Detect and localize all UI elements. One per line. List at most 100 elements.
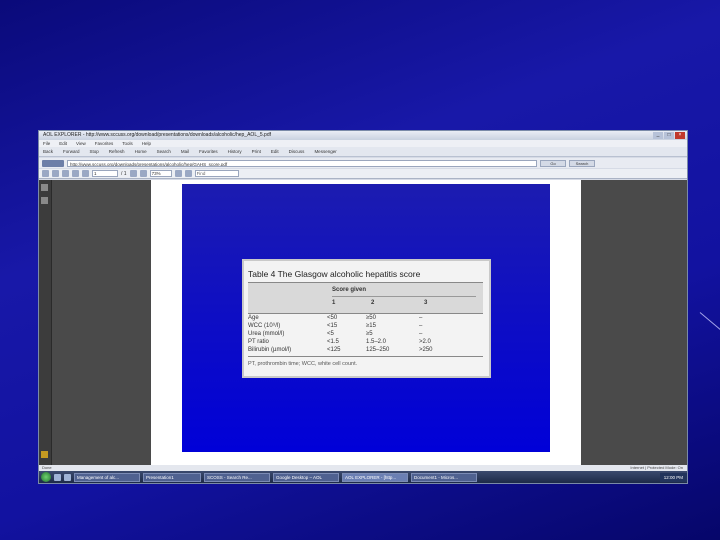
page-total: / 1 [121, 170, 127, 177]
column-header-1: 1 [332, 300, 336, 306]
row-label: WCC (10⁹/l) [248, 323, 281, 329]
quicklaunch-desktop-icon[interactable] [64, 473, 71, 481]
toolbar-refresh[interactable]: Refresh [109, 147, 125, 156]
maximize-button[interactable]: □ [664, 132, 674, 139]
menu-view[interactable]: View [76, 140, 86, 147]
taskbar-item[interactable]: Google Desktop – AOL [273, 472, 339, 482]
menu-bar: File Edit View Favorites Tools Help [39, 140, 687, 147]
pdf-page: Table 4 The Glasgow alcoholic hepatitis … [151, 180, 581, 465]
cell-score-3: – [419, 331, 423, 337]
search-button[interactable]: Search [569, 159, 595, 167]
attachments-icon[interactable] [41, 197, 48, 204]
minimize-button[interactable]: _ [653, 132, 663, 139]
back-button[interactable] [42, 159, 64, 167]
row-label: PT ratio [248, 339, 269, 345]
start-button[interactable] [41, 472, 51, 482]
table-title: Table 4 The Glasgow alcoholic hepatitis … [248, 269, 421, 279]
header-divider [332, 296, 476, 297]
toolbar-back[interactable]: Back [43, 147, 53, 156]
row-label: Bilirubin (µmol/l) [248, 347, 292, 353]
table-row: Urea (mmol/l) <5 ≥5 – [248, 330, 483, 338]
slide-image: Table 4 The Glasgow alcoholic hepatitis … [182, 184, 550, 452]
cell-score-3: >2.0 [419, 339, 431, 345]
zoom-select[interactable]: 73% [149, 170, 172, 177]
taskbar: Management of alc... Presentation1 SCOSS… [39, 471, 687, 483]
taskbar-item[interactable]: SCOSS - Search Re... [204, 472, 270, 482]
row-label: Age [248, 315, 259, 321]
cell-score-3: – [419, 315, 423, 321]
prev-page-icon[interactable] [72, 170, 79, 177]
address-input[interactable]: http://www.sccuss.org/downloads/presenta… [67, 159, 537, 167]
cell-score-3: – [419, 323, 423, 329]
menu-edit[interactable]: Edit [59, 140, 67, 147]
quicklaunch-browser-icon[interactable] [54, 473, 61, 481]
fit-width-icon[interactable] [184, 170, 192, 177]
toolbar-home[interactable]: Home [135, 147, 147, 156]
toolbar-history[interactable]: History [228, 147, 242, 156]
fit-page-icon[interactable] [174, 170, 182, 177]
cell-score-3: >250 [419, 347, 433, 353]
menu-tools[interactable]: Tools [122, 140, 133, 147]
menu-favorites[interactable]: Favorites [95, 140, 114, 147]
close-button[interactable]: × [675, 132, 685, 139]
table-bottom-rule [248, 356, 483, 357]
zoom-out-icon[interactable] [129, 170, 137, 177]
row-label: Urea (mmol/l) [248, 331, 285, 337]
menu-file[interactable]: File [43, 140, 50, 147]
cell-score-2: ≥15 [366, 323, 376, 329]
score-given-label: Score given [332, 287, 367, 293]
toolbar-stop[interactable]: Stop [90, 147, 99, 156]
cell-score-1: <5 [327, 331, 334, 337]
toolbar-search[interactable]: Search [157, 147, 171, 156]
pages-icon[interactable] [41, 184, 48, 191]
menu-help[interactable]: Help [142, 140, 151, 147]
window-title: AOL EXPLORER - http://www.sccuss.org/dow… [43, 132, 271, 138]
taskbar-item[interactable]: Presentation1 [143, 472, 201, 482]
toolbar-edit[interactable]: Edit [271, 147, 279, 156]
pdf-viewer: Table 4 The Glasgow alcoholic hepatitis … [39, 180, 687, 465]
cell-score-1: <15 [327, 323, 338, 329]
pdf-toolbar: 1 / 1 73% Find [39, 169, 687, 179]
next-page-icon[interactable] [82, 170, 89, 177]
toolbar-favorites[interactable]: Favorites [199, 147, 218, 156]
table-header: Score given 1 2 3 [248, 282, 483, 314]
taskbar-item[interactable]: Document1 - Micros... [411, 472, 477, 482]
table-row: PT ratio <1.5 1.5–2.0 >2.0 [248, 338, 483, 346]
cell-score-2: ≥50 [366, 315, 376, 321]
print-icon[interactable] [52, 170, 59, 177]
status-text: Done [42, 465, 52, 470]
zoom-in-icon[interactable] [139, 170, 147, 177]
find-input[interactable]: Find [194, 170, 239, 177]
cell-score-2: ≥5 [366, 331, 373, 337]
toolbar-discuss[interactable]: Discuss [289, 147, 305, 156]
system-tray-clock: 12:00 PM [659, 472, 687, 482]
table-footnote: PT, prothrombin time; WCC, white cell co… [248, 361, 358, 367]
cell-score-1: <1.5 [327, 339, 339, 345]
search-icon[interactable] [62, 170, 69, 177]
save-icon[interactable] [42, 170, 49, 177]
window-controls: _ □ × [653, 132, 685, 139]
table-row: WCC (10⁹/l) <15 ≥15 – [248, 322, 483, 330]
cell-score-1: <125 [327, 347, 341, 353]
cell-score-2: 1.5–2.0 [366, 339, 387, 345]
pdf-side-panel [39, 180, 52, 465]
taskbar-item-active[interactable]: AOL EXPLORER - [http... [342, 472, 408, 482]
cell-score-2: 125–250 [366, 347, 390, 353]
toolbar-forward[interactable]: Forward [63, 147, 80, 156]
address-row: http://www.sccuss.org/downloads/presenta… [39, 158, 687, 168]
score-table: Table 4 The Glasgow alcoholic hepatitis … [242, 259, 491, 378]
toolbar-print[interactable]: Print [252, 147, 261, 156]
page-number-input[interactable]: 1 [92, 170, 118, 177]
go-button[interactable]: Go [540, 159, 566, 167]
column-header-3: 3 [424, 300, 428, 306]
toolbar-messenger[interactable]: Messenger [314, 147, 336, 156]
browser-window: AOL EXPLORER - http://www.sccuss.org/dow… [38, 130, 688, 484]
table-row: Bilirubin (µmol/l) <125 125–250 >250 [248, 346, 483, 354]
background-streak [699, 312, 720, 335]
cell-score-1: <50 [327, 315, 338, 321]
window-titlebar: AOL EXPLORER - http://www.sccuss.org/dow… [39, 131, 687, 140]
comments-icon[interactable] [41, 451, 48, 458]
toolbar-mail[interactable]: Mail [181, 147, 189, 156]
taskbar-item[interactable]: Management of alc... [74, 472, 140, 482]
browser-toolbar: Back Forward Stop Refresh Home Search Ma… [39, 147, 687, 157]
